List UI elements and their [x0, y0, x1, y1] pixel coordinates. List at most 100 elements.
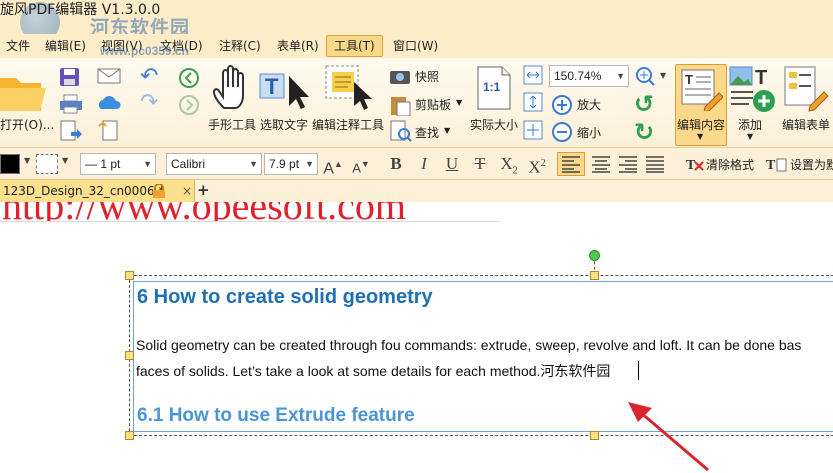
page-divider	[0, 221, 500, 222]
section-heading[interactable]: 6 How to create solid geometry	[137, 286, 433, 309]
menu-file[interactable]: 文件	[3, 37, 33, 55]
svg-text:T: T	[766, 158, 776, 173]
set-default-label[interactable]: 设置为默	[790, 156, 833, 173]
open-folder-icon[interactable]	[0, 70, 48, 114]
resize-handle-bottom-left[interactable]	[125, 431, 134, 440]
find-icon[interactable]	[389, 120, 413, 142]
back-icon[interactable]	[178, 67, 200, 89]
border-style-swatch[interactable]	[36, 154, 58, 174]
subsection-heading[interactable]: 6.1 How to use Extrude feature	[137, 405, 415, 427]
bold-icon[interactable]: B	[385, 153, 407, 175]
line-width-value: — 1 pt	[85, 157, 121, 171]
tab-document-overlay[interactable]: 123D_Design_32_cn0006 * ×	[0, 180, 195, 202]
chevron-down-icon: ▼	[305, 159, 314, 169]
select-text-label[interactable]: 选取文字	[260, 116, 308, 133]
align-center-icon[interactable]	[589, 154, 613, 174]
actual-size-label[interactable]: 实际大小	[470, 116, 518, 133]
fit-page-icon[interactable]	[523, 92, 543, 112]
menu-comment[interactable]: 注释(C)	[216, 37, 264, 55]
edit-annotation-icon[interactable]	[324, 64, 376, 112]
snapshot-icon[interactable]	[389, 67, 411, 85]
forward-icon[interactable]	[178, 94, 200, 116]
export-icon[interactable]	[59, 120, 83, 142]
line-width-select[interactable]: — 1 pt ▼	[80, 153, 156, 175]
clear-format-icon[interactable]: T	[685, 154, 705, 174]
color-swatch[interactable]	[0, 154, 20, 174]
zoom-in-icon[interactable]	[551, 94, 573, 116]
font-size-select[interactable]: 7.9 pt ▼	[264, 153, 318, 175]
align-right-icon[interactable]	[616, 154, 640, 174]
redo-icon[interactable]: ↷	[140, 90, 158, 115]
border-dropdown-icon[interactable]: ▼	[62, 156, 68, 165]
save-icon[interactable]	[59, 67, 81, 87]
strikethrough-icon[interactable]: T	[469, 153, 491, 175]
edit-content-button[interactable]: T 编辑内容 ▼	[675, 64, 727, 146]
italic-icon[interactable]: I	[413, 153, 435, 175]
new-document-icon[interactable]	[97, 120, 127, 142]
zoom-out-label[interactable]: 缩小	[577, 124, 601, 141]
close-tab-icon[interactable]: ×	[182, 180, 192, 202]
underline-icon[interactable]: U	[441, 153, 463, 175]
add-content-icon[interactable]: T	[729, 66, 777, 114]
svg-text:T: T	[686, 158, 696, 173]
find-dropdown-icon[interactable]: ▼	[444, 126, 450, 135]
align-left-button[interactable]	[557, 152, 585, 176]
resize-handle-bottom-middle[interactable]	[590, 431, 599, 440]
zoom-in-label[interactable]: 放大	[577, 96, 601, 113]
add-label[interactable]: 添加	[738, 116, 762, 133]
clear-format-label[interactable]: 清除格式	[706, 156, 754, 173]
clipboard-dropdown-icon[interactable]: ▼	[456, 98, 462, 107]
rotate-left-icon[interactable]: ↺	[634, 90, 654, 118]
new-tab-icon[interactable]: +	[197, 181, 210, 199]
fit-visible-icon[interactable]	[523, 120, 543, 140]
body-text-line-1[interactable]: Solid geometry can be created through fo…	[136, 337, 801, 353]
svg-text:▼: ▼	[660, 71, 667, 80]
ribbon-toolbar: 打开(O)... ↶ ↷ 手形工具 T 选取文字 编辑注释工具 快照 剪贴板 ▼…	[0, 58, 833, 148]
email-icon[interactable]	[97, 67, 123, 85]
resize-handle-top-middle[interactable]	[590, 271, 599, 280]
menu-form[interactable]: 表单(R)	[274, 37, 322, 55]
open-button-label[interactable]: 打开(O)...	[0, 116, 54, 133]
resize-handle-middle-left[interactable]	[125, 351, 134, 360]
undo-icon[interactable]: ↶	[140, 64, 158, 89]
menu-window[interactable]: 窗口(W)	[390, 37, 441, 55]
edit-form-icon[interactable]	[784, 66, 833, 112]
rotate-right-icon[interactable]: ↻	[634, 118, 654, 146]
menu-edit[interactable]: 编辑(E)	[42, 37, 89, 55]
resize-handle-top-left[interactable]	[125, 271, 134, 280]
edit-content-dropdown-icon: ▼	[697, 132, 704, 141]
justify-icon[interactable]	[643, 154, 667, 174]
rotate-handle[interactable]	[589, 250, 600, 261]
zoom-select[interactable]: 150.74% ▼	[549, 65, 629, 87]
cloud-icon[interactable]	[97, 94, 123, 112]
snapshot-label[interactable]: 快照	[415, 68, 439, 85]
add-dropdown-icon[interactable]: ▼	[747, 132, 753, 141]
subscript-icon[interactable]: X2	[497, 153, 521, 176]
clipboard-icon[interactable]	[389, 94, 413, 116]
print-icon[interactable]	[59, 94, 83, 114]
superscript-icon[interactable]: X2	[525, 153, 549, 177]
color-dropdown-icon[interactable]: ▼	[24, 156, 30, 165]
edit-form-label[interactable]: 编辑表单	[782, 116, 830, 133]
hand-tool-icon[interactable]	[210, 64, 256, 114]
text-box-top-border	[133, 281, 833, 282]
zoom-out-icon[interactable]	[551, 121, 573, 143]
font-family-select[interactable]: Calibri ▼	[166, 153, 262, 175]
fit-width-icon[interactable]	[523, 65, 543, 85]
zoom-value: 150.74%	[554, 69, 602, 83]
find-label[interactable]: 查找	[415, 124, 439, 141]
magnifier-icon[interactable]: ▼	[634, 66, 670, 88]
align-left-icon	[562, 156, 580, 173]
increase-font-icon[interactable]: A▲	[322, 153, 344, 177]
set-default-icon[interactable]: T	[765, 154, 787, 174]
body-text-line-2[interactable]: faces of solids. Let’s take a look at so…	[136, 361, 610, 381]
edit-content-label: 编辑内容	[677, 118, 726, 132]
select-text-icon[interactable]: T	[259, 70, 313, 110]
chevron-down-icon: ▼	[249, 159, 258, 169]
clipboard-label[interactable]: 剪贴板	[415, 96, 451, 113]
decrease-font-icon[interactable]: A▼	[350, 153, 372, 175]
hand-tool-label[interactable]: 手形工具	[208, 116, 256, 133]
menu-tools[interactable]: 工具(T)	[326, 35, 383, 57]
edit-annotation-label[interactable]: 编辑注释工具	[312, 116, 384, 133]
chevron-down-icon: ▼	[616, 71, 625, 81]
